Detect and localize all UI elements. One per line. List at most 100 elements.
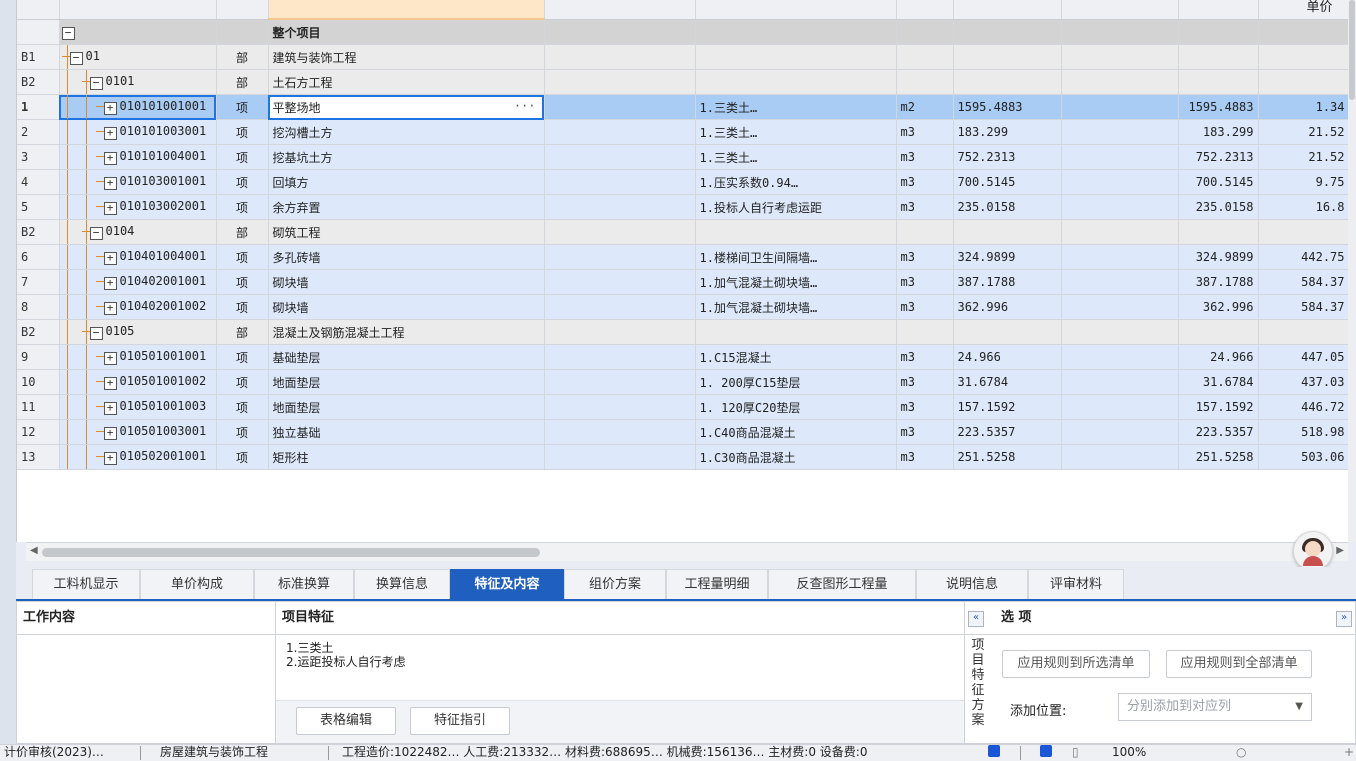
feature-cell[interactable]: 1. 120厚C20垫层 <box>695 394 897 420</box>
expand-icon[interactable]: + <box>103 277 117 290</box>
name-cell[interactable]: 平整场地 ··· <box>268 94 545 120</box>
table-row[interactable]: 1 +010101001001 项平整场地 ··· 1.三类土… m2 1595.4883 1… <box>17 94 1349 120</box>
tab-2[interactable]: 单价构成 <box>140 569 254 599</box>
unit-price-cell[interactable] <box>1258 319 1349 345</box>
empty-cell[interactable] <box>544 244 696 270</box>
type-cell[interactable]: 项 <box>216 419 269 445</box>
type-cell[interactable]: 项 <box>216 194 269 220</box>
quantity-expression-cell[interactable]: 31.6784 <box>953 369 1062 395</box>
unit-price-cell[interactable]: 584.37 <box>1258 269 1349 295</box>
empty-cell[interactable] <box>1061 19 1179 45</box>
empty-cell[interactable] <box>544 219 696 245</box>
unit-cell[interactable]: m3 <box>896 269 954 295</box>
apply-all-button[interactable]: 应用规则到全部清单 <box>1166 650 1312 678</box>
unit-price-cell[interactable]: 584.37 <box>1258 294 1349 320</box>
quantity-expression-cell[interactable] <box>953 69 1062 95</box>
expand-icon[interactable]: + <box>103 352 117 365</box>
section-row[interactable]: B2−0104 部砌筑工程 <box>17 219 1349 245</box>
quantity-cell[interactable]: 235.0158 <box>1178 194 1259 220</box>
feature-cell[interactable]: 1.楼梯间卫生间隔墙… <box>695 244 897 270</box>
unit-cell[interactable]: m3 <box>896 144 954 170</box>
empty-cell[interactable] <box>544 369 696 395</box>
unit-cell[interactable]: m3 <box>896 194 954 220</box>
code-cell[interactable]: +010401004001 <box>59 244 217 270</box>
name-cell[interactable]: 砌筑工程 <box>268 219 545 245</box>
name-cell[interactable]: 砌块墙 <box>268 294 545 320</box>
type-cell[interactable]: 项 <box>216 444 269 470</box>
unit-cell[interactable] <box>896 19 954 45</box>
quantity-expression-cell[interactable] <box>953 19 1062 45</box>
tab-1[interactable]: 工料机显示 <box>32 569 140 599</box>
name-cell[interactable]: 回填方 <box>268 169 545 195</box>
unit-cell[interactable]: m3 <box>896 419 954 445</box>
empty-cell[interactable] <box>544 394 696 420</box>
quantity-expression-cell[interactable]: 24.966 <box>953 344 1062 370</box>
zoom-slider-knob-icon[interactable]: ○ <box>1236 745 1246 760</box>
row-number-cell[interactable]: 10 <box>17 369 60 395</box>
quantity-expression-cell[interactable]: 235.0158 <box>953 194 1062 220</box>
quantity-expression-cell[interactable] <box>953 319 1062 345</box>
code-cell[interactable]: +010103002001 <box>59 194 217 220</box>
collapse-icon[interactable]: − <box>89 227 103 240</box>
empty-cell[interactable] <box>544 144 696 170</box>
row-number-cell[interactable]: 6 <box>17 244 60 270</box>
table-row[interactable]: 3 +010101004001 项挖基坑土方 1.三类土… m3 752.2313 752.… <box>17 144 1349 170</box>
zoom-in-icon[interactable]: + <box>1344 745 1354 760</box>
feature-cell[interactable]: 1.压实系数0.94… <box>695 169 897 195</box>
feature-guide-button[interactable]: 特征指引 <box>410 707 510 735</box>
section-row[interactable]: − 整个项目 <box>17 19 1349 45</box>
row-number-cell[interactable] <box>17 19 60 45</box>
empty-cell[interactable] <box>544 169 696 195</box>
feature-cell[interactable]: 1.三类土… <box>695 144 897 170</box>
code-cell[interactable]: − <box>59 19 217 45</box>
expand-icon[interactable]: + <box>103 102 117 115</box>
unit-cell[interactable]: m3 <box>896 294 954 320</box>
apply-selected-button[interactable]: 应用规则到所选清单 <box>1002 650 1150 678</box>
empty-cell[interactable] <box>544 444 696 470</box>
name-cell[interactable]: 多孔砖墙 <box>268 244 545 270</box>
row-number-cell[interactable]: 4 <box>17 169 60 195</box>
row-number-cell[interactable]: 2 <box>17 119 60 145</box>
unit-cell[interactable]: m3 <box>896 394 954 420</box>
expand-icon[interactable]: + <box>103 402 117 415</box>
feature-cell[interactable]: 1.加气混凝土砌块墙… <box>695 269 897 295</box>
empty-cell[interactable] <box>544 319 696 345</box>
unit-cell[interactable] <box>896 44 954 70</box>
expand-icon[interactable]: + <box>103 177 117 190</box>
quantity-cell[interactable]: 24.966 <box>1178 344 1259 370</box>
empty-cell[interactable] <box>1061 169 1179 195</box>
empty-cell[interactable] <box>544 294 696 320</box>
table-row[interactable]: 4 +010103001001 项回填方 1.压实系数0.94… m3 700.5145 7… <box>17 169 1349 195</box>
unit-price-cell[interactable]: 1.34 <box>1258 94 1349 120</box>
name-cell[interactable]: 地面垫层 <box>268 394 545 420</box>
scrollbar-thumb[interactable] <box>42 548 540 557</box>
feature-cell[interactable] <box>695 44 897 70</box>
empty-cell[interactable] <box>544 194 696 220</box>
empty-cell[interactable] <box>1061 319 1179 345</box>
quantity-cell[interactable]: 1595.4883 <box>1178 94 1259 120</box>
empty-cell[interactable] <box>1061 44 1179 70</box>
quantity-expression-cell[interactable]: 752.2313 <box>953 144 1062 170</box>
feature-cell[interactable]: 1.C30商品混凝土 <box>695 444 897 470</box>
unit-cell[interactable]: m3 <box>896 344 954 370</box>
table-row[interactable]: 2 +010101003001 项挖沟槽土方 1.三类土… m3 183.299 183.2… <box>17 119 1349 145</box>
type-cell[interactable]: 项 <box>216 144 269 170</box>
row-number-cell[interactable]: 12 <box>17 419 60 445</box>
empty-cell[interactable] <box>544 19 696 45</box>
section-row[interactable]: B2−0105 部混凝土及钢筋混凝土工程 <box>17 319 1349 345</box>
unit-cell[interactable]: m3 <box>896 444 954 470</box>
empty-cell[interactable] <box>544 69 696 95</box>
type-cell[interactable]: 项 <box>216 169 269 195</box>
tab-7[interactable]: 工程量明细 <box>666 569 768 599</box>
type-cell[interactable]: 项 <box>216 394 269 420</box>
page-view-icon[interactable]: ▯ <box>1072 745 1079 760</box>
assistant-avatar-icon[interactable] <box>1293 531 1333 571</box>
quantity-cell[interactable]: 752.2313 <box>1178 144 1259 170</box>
table-row[interactable]: 5 +010103002001 项余方弃置 1.投标人自行考虑运距 m3 235.0158… <box>17 194 1349 220</box>
collapse-icon[interactable]: − <box>69 52 83 65</box>
empty-cell[interactable] <box>1061 194 1179 220</box>
name-cell[interactable]: 混凝土及钢筋混凝土工程 <box>268 319 545 345</box>
unit-cell[interactable] <box>896 69 954 95</box>
type-cell[interactable]: 项 <box>216 344 269 370</box>
quantity-cell[interactable]: 223.5357 <box>1178 419 1259 445</box>
